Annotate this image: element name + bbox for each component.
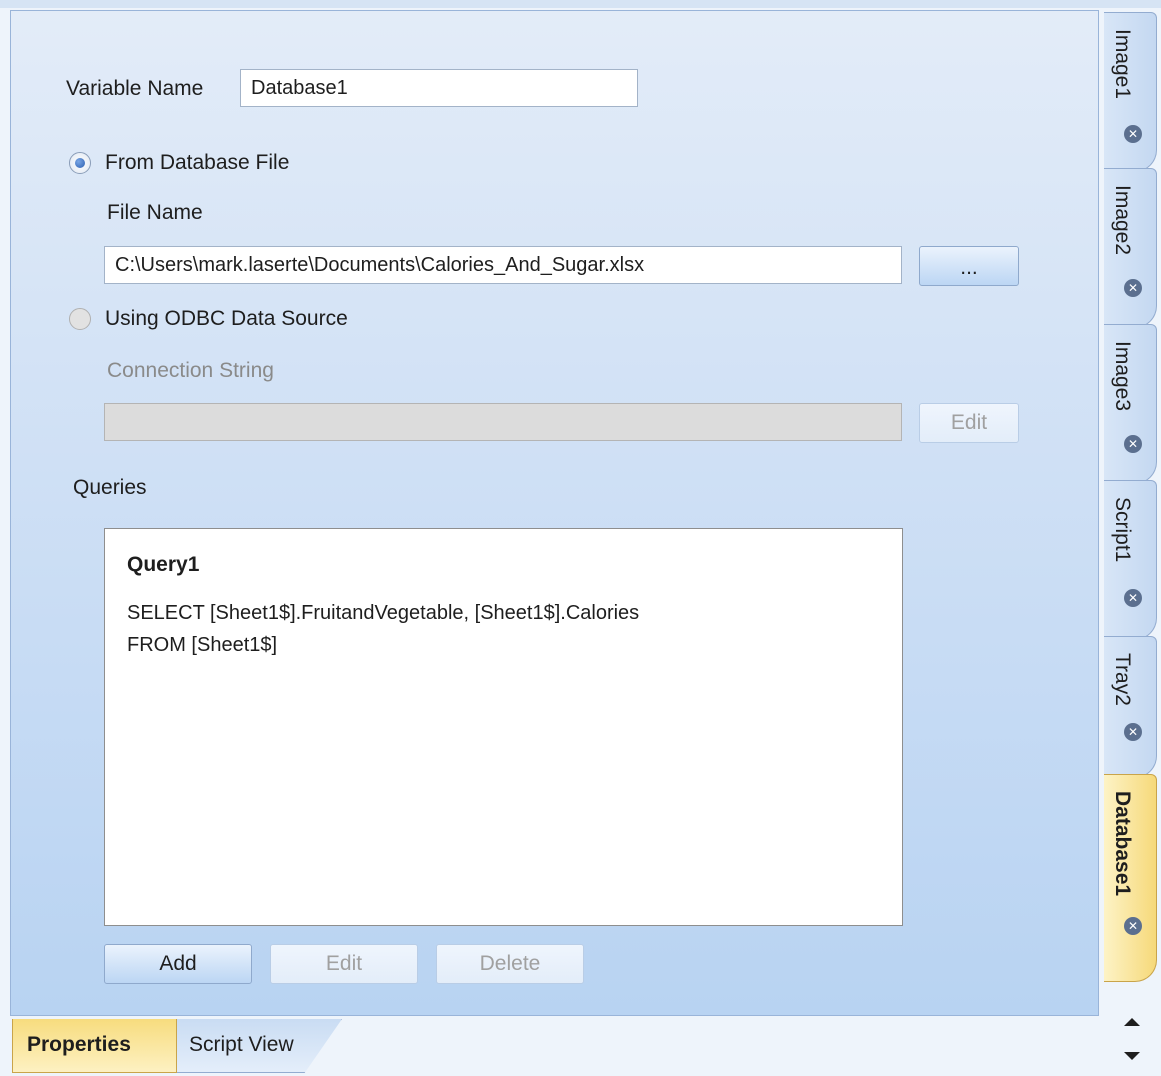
tab-label: Database1	[1111, 791, 1134, 897]
query-name[interactable]: Query1	[127, 553, 880, 577]
close-circle-icon[interactable]: ✕	[1124, 723, 1142, 741]
delete-query-button[interactable]: Delete	[436, 944, 584, 984]
from-database-file-label[interactable]: From Database File	[105, 151, 289, 175]
file-name-label: File Name	[107, 201, 203, 224]
queries-label: Queries	[73, 476, 147, 499]
arrow-down-icon[interactable]	[1124, 1052, 1140, 1060]
edit-connection-button[interactable]: Edit	[919, 403, 1019, 443]
tab-image3[interactable]: Image3 ✕	[1104, 324, 1157, 484]
tab-properties[interactable]: Properties	[12, 1019, 177, 1073]
tab-database1[interactable]: Database1 ✕	[1104, 774, 1157, 982]
file-name-input[interactable]: C:\Users\mark.laserte\Documents\Calories…	[104, 246, 902, 284]
tab-label: Image3	[1111, 341, 1134, 412]
variable-name-input[interactable]: Database1	[240, 69, 638, 107]
close-circle-icon[interactable]: ✕	[1124, 279, 1142, 297]
query-sql-line: SELECT [Sheet1$].FruitandVegetable, [She…	[127, 602, 640, 624]
from-database-file-radio[interactable]	[69, 152, 91, 174]
tab-label: Image1	[1111, 29, 1134, 100]
arrow-up-icon[interactable]	[1124, 1018, 1140, 1026]
edit-query-button[interactable]: Edit	[270, 944, 418, 984]
close-circle-icon[interactable]: ✕	[1124, 435, 1142, 453]
properties-panel: Variable Name Database1 From Database Fi…	[10, 10, 1099, 1016]
connection-string-label: Connection String	[107, 359, 274, 382]
odbc-data-source-label[interactable]: Using ODBC Data Source	[105, 307, 348, 331]
query-sql-line: FROM [Sheet1$]	[127, 634, 278, 656]
browse-button[interactable]: ...	[919, 246, 1019, 286]
tab-tray2[interactable]: Tray2 ✕	[1104, 636, 1157, 778]
top-border	[0, 0, 1161, 8]
close-circle-icon[interactable]: ✕	[1124, 917, 1142, 935]
tab-label: Image2	[1111, 185, 1134, 256]
queries-list[interactable]: Query1 SELECT [Sheet1$].FruitandVegetabl…	[104, 528, 903, 926]
add-query-button[interactable]: Add	[104, 944, 252, 984]
close-circle-icon[interactable]: ✕	[1124, 125, 1142, 143]
tab-label: Tray2	[1111, 653, 1134, 706]
connection-string-input[interactable]	[104, 403, 902, 441]
tab-image2[interactable]: Image2 ✕	[1104, 168, 1157, 328]
variable-name-label: Variable Name	[66, 77, 204, 100]
close-circle-icon[interactable]: ✕	[1124, 589, 1142, 607]
tab-image1[interactable]: Image1 ✕	[1104, 12, 1157, 172]
tab-script1[interactable]: Script1 ✕	[1104, 480, 1157, 640]
tab-label: Script1	[1111, 497, 1134, 563]
odbc-data-source-radio[interactable]	[69, 308, 91, 330]
